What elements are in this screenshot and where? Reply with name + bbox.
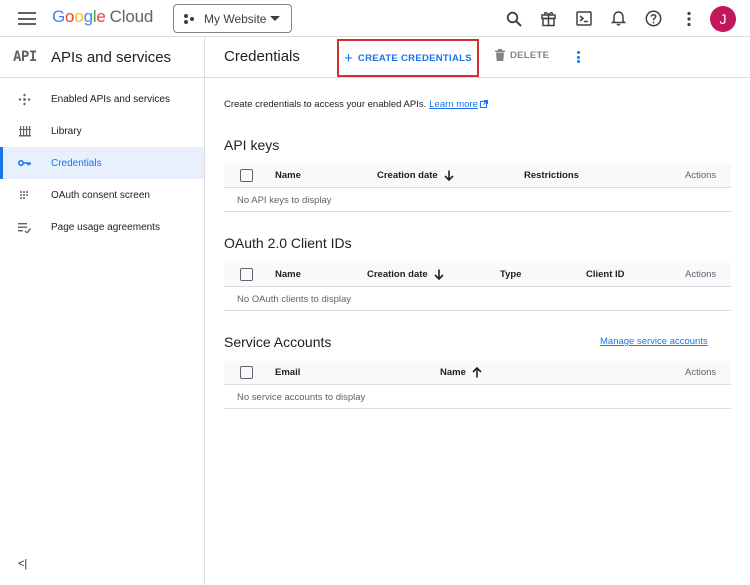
api-keys-table: Name Creation date Restrictions Actions … xyxy=(224,164,731,212)
sidebar-item-oauth-consent[interactable]: OAuth consent screen xyxy=(0,179,204,211)
sort-up-arrow-icon xyxy=(472,367,482,378)
column-creation-date[interactable]: Creation date xyxy=(377,170,454,181)
table-header: Email Name Actions xyxy=(224,361,731,385)
api-keys-title: API keys xyxy=(224,137,280,153)
sidebar-item-label: Library xyxy=(51,125,82,137)
column-email[interactable]: Email xyxy=(275,367,300,378)
sort-down-arrow-icon xyxy=(444,170,454,181)
more-actions-icon[interactable] xyxy=(574,48,582,66)
main-menu-icon[interactable] xyxy=(18,12,36,25)
intro-text: Create credentials to access your enable… xyxy=(224,99,488,110)
sidebar-item-label: OAuth consent screen xyxy=(51,189,150,201)
caret-down-icon xyxy=(270,16,280,21)
key-icon xyxy=(18,157,31,169)
column-creation-date[interactable]: Creation date xyxy=(367,269,444,280)
sidebar-item-library[interactable]: Library xyxy=(0,115,204,147)
table-header: Name Creation date Restrictions Actions xyxy=(224,164,731,188)
learn-more-link[interactable]: Learn more xyxy=(429,99,478,110)
service-accounts-title: Service Accounts xyxy=(224,334,332,350)
column-name[interactable]: Name xyxy=(275,269,301,280)
empty-message: No OAuth clients to display xyxy=(224,287,731,311)
gift-icon[interactable] xyxy=(535,5,562,32)
plus-icon: + xyxy=(344,49,353,67)
api-badge: API xyxy=(13,49,37,65)
collapse-sidebar-icon[interactable]: <| xyxy=(18,558,27,570)
notifications-bell-icon[interactable] xyxy=(605,5,632,32)
page-title: Credentials xyxy=(224,48,300,65)
project-name: My Website xyxy=(204,11,267,26)
delete-button[interactable]: DELETE xyxy=(495,49,549,61)
sidebar: API APIs and services Enabled APIs and s… xyxy=(0,37,205,585)
sidebar-item-page-usage[interactable]: Page usage agreements xyxy=(0,211,204,243)
google-cloud-logo[interactable]: Google Cloud xyxy=(52,7,153,27)
manage-service-accounts-link[interactable]: Manage service accounts xyxy=(600,336,708,347)
project-icon xyxy=(184,13,196,25)
delete-label: DELETE xyxy=(510,49,550,61)
sidebar-header: API APIs and services xyxy=(0,37,204,78)
sidebar-item-credentials[interactable]: Credentials xyxy=(0,147,204,179)
project-picker[interactable]: My Website xyxy=(173,4,292,33)
top-bar: Google Cloud My Website J xyxy=(0,0,750,37)
service-accounts-table: Email Name Actions No service accounts t… xyxy=(224,361,731,409)
create-credentials-button[interactable]: + CREATE CREDENTIALS xyxy=(337,39,479,77)
more-vert-icon[interactable] xyxy=(675,5,702,32)
select-all-checkbox[interactable] xyxy=(240,366,253,379)
external-link-icon xyxy=(479,100,488,108)
sidebar-item-label: Credentials xyxy=(51,157,102,169)
column-actions: Actions xyxy=(685,170,717,181)
sidebar-item-enabled-apis[interactable]: Enabled APIs and services xyxy=(0,83,204,115)
column-restrictions[interactable]: Restrictions xyxy=(524,170,579,181)
oauth-consent-icon xyxy=(18,189,31,201)
column-actions: Actions xyxy=(685,269,717,280)
oauth-clients-title: OAuth 2.0 Client IDs xyxy=(224,235,352,251)
column-client-id[interactable]: Client ID xyxy=(586,269,625,280)
column-name[interactable]: Name xyxy=(275,170,301,181)
help-icon[interactable] xyxy=(640,5,667,32)
sidebar-item-label: Page usage agreements xyxy=(51,221,160,233)
search-icon[interactable] xyxy=(500,5,527,32)
column-type[interactable]: Type xyxy=(500,269,521,280)
select-all-checkbox[interactable] xyxy=(240,268,253,281)
main-content: Credentials + CREATE CREDENTIALS DELETE … xyxy=(205,37,750,585)
empty-message: No service accounts to display xyxy=(224,385,731,409)
cloud-shell-icon[interactable] xyxy=(570,5,597,32)
enabled-apis-icon xyxy=(18,93,31,105)
sidebar-item-label: Enabled APIs and services xyxy=(51,93,170,105)
table-header: Name Creation date Type Client ID Action… xyxy=(224,263,731,287)
account-avatar[interactable]: J xyxy=(710,5,736,32)
page-usage-icon xyxy=(18,221,31,233)
sidebar-title: APIs and services xyxy=(51,48,172,66)
main-header: Credentials + CREATE CREDENTIALS DELETE xyxy=(205,37,750,78)
library-icon xyxy=(18,125,31,137)
oauth-clients-table: Name Creation date Type Client ID Action… xyxy=(224,263,731,311)
column-actions: Actions xyxy=(685,367,717,378)
sort-down-arrow-icon xyxy=(434,269,444,280)
trash-icon xyxy=(495,49,505,61)
select-all-checkbox[interactable] xyxy=(240,169,253,182)
create-credentials-label: CREATE CREDENTIALS xyxy=(357,52,472,64)
empty-message: No API keys to display xyxy=(224,188,731,212)
column-name[interactable]: Name xyxy=(440,367,482,378)
